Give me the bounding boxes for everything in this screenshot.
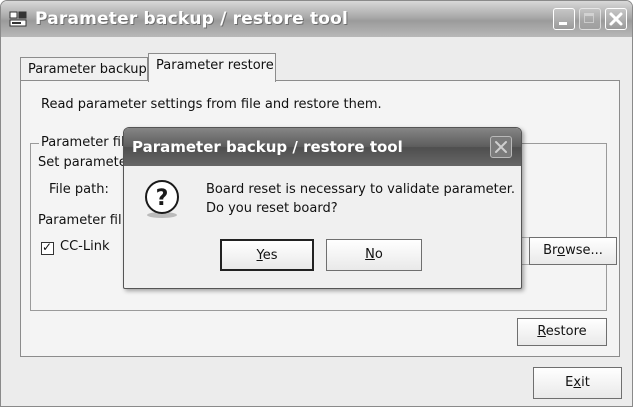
tab-label: Parameter backup (28, 62, 147, 77)
parameter-file-label: Parameter fil (38, 213, 122, 228)
window-title: Parameter backup / restore tool (35, 9, 349, 29)
restore-label-mnemonic: R (537, 324, 546, 339)
file-path-label: File path: (49, 182, 109, 197)
maximize-icon (584, 13, 594, 23)
app-icon (9, 11, 27, 27)
browse-label-suffix: wse... (565, 243, 603, 258)
minimize-icon (559, 22, 567, 25)
exit-label-suffix: it (581, 375, 590, 390)
cc-link-label: CC-Link (60, 239, 110, 254)
dialog-close-button[interactable] (490, 136, 512, 158)
yes-button[interactable]: Yes (220, 239, 314, 271)
no-label-mnemonic: N (365, 247, 375, 262)
tab-parameter-restore[interactable]: Parameter restore (148, 53, 276, 82)
panel-description: Read parameter settings from file and re… (41, 97, 382, 112)
tab-parameter-backup[interactable]: Parameter backup (20, 57, 148, 80)
no-button[interactable]: No (326, 239, 422, 271)
set-parameter-label: Set paramete (38, 155, 127, 170)
close-icon (495, 141, 507, 153)
title-bar[interactable]: Parameter backup / restore tool (1, 1, 632, 37)
svg-text:?: ? (156, 186, 169, 211)
tab-label: Parameter restore (156, 58, 274, 73)
dialog-title: Parameter backup / restore tool (132, 138, 403, 156)
no-label-rest: o (374, 247, 383, 262)
reset-confirm-dialog: Parameter backup / restore tool ? Board … (123, 127, 522, 289)
browse-label-mnemonic: o (557, 243, 566, 258)
restore-label-rest: estore (545, 324, 587, 339)
exit-label-mnemonic: x (573, 375, 582, 390)
yes-label-rest: es (262, 248, 278, 263)
exit-button[interactable]: Exit (533, 367, 622, 399)
question-icon: ? (145, 180, 179, 218)
dialog-title-bar[interactable]: Parameter backup / restore tool (124, 128, 521, 166)
dialog-message-line2: Do you reset board? (206, 201, 338, 216)
close-icon (609, 12, 623, 26)
minimize-button[interactable] (553, 8, 575, 30)
browse-button[interactable]: Browse... (529, 237, 617, 265)
browse-label-prefix: Br (543, 243, 558, 258)
checkmark-icon: ✓ (42, 240, 53, 254)
restore-button[interactable]: Restore (517, 318, 607, 346)
dialog-message-line1: Board reset is necessary to validate par… (206, 182, 516, 197)
cc-link-checkbox[interactable]: ✓ (41, 240, 54, 255)
group-label: Parameter file (39, 135, 135, 150)
close-button[interactable] (605, 8, 627, 30)
maximize-button[interactable] (579, 8, 601, 30)
